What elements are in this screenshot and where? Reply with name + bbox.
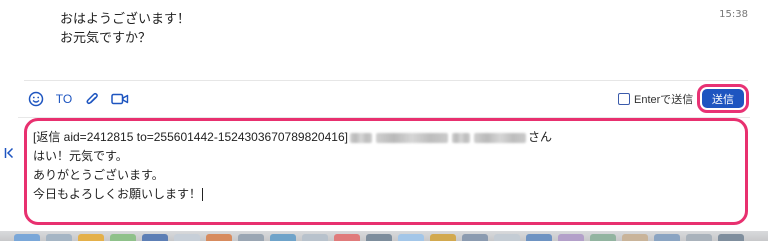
collapse-left-icon[interactable] bbox=[4, 146, 16, 160]
to-button[interactable]: TO bbox=[53, 90, 75, 108]
reply-tag: [返信 aid=2412815 to=255601442-15243036707… bbox=[33, 130, 348, 144]
dock-app-icon bbox=[398, 234, 424, 241]
dock-app-icon bbox=[558, 234, 584, 241]
dock-app-icon bbox=[590, 234, 616, 241]
compose-line-4-text: 今日もよろしくお願いします！ bbox=[33, 187, 202, 201]
redacted-name bbox=[349, 132, 372, 143]
dock-app-icon bbox=[142, 234, 168, 241]
video-icon[interactable] bbox=[110, 90, 130, 108]
dock-app-icon bbox=[78, 234, 104, 241]
chat-window: おはようございます！ お元気ですか？ 15:38 TO Enterで送信 送信 … bbox=[0, 0, 768, 241]
redacted-name bbox=[473, 132, 526, 143]
dock-app-icon bbox=[206, 234, 232, 241]
dock-app-icon bbox=[622, 234, 648, 241]
dock-app-icon bbox=[526, 234, 552, 241]
emoji-icon[interactable] bbox=[27, 90, 45, 108]
compose-line-3: ありがとうございます。 bbox=[33, 168, 164, 182]
message-text-line-2: お元気ですか？ bbox=[60, 31, 152, 46]
message-timestamp: 15:38 bbox=[719, 9, 748, 20]
dock-app-icon bbox=[430, 234, 456, 241]
compose-line-2: はい！元気です。 bbox=[33, 149, 128, 163]
dock-app-icon bbox=[718, 234, 744, 241]
compose-line-4: 今日もよろしくお願いします！ bbox=[33, 185, 745, 204]
enter-to-send-label: Enterで送信 bbox=[634, 94, 694, 106]
dock-strip bbox=[0, 231, 768, 241]
paperclip-icon[interactable] bbox=[84, 90, 100, 108]
dock-app-icon bbox=[270, 234, 296, 241]
enter-to-send-checkbox[interactable] bbox=[618, 93, 630, 105]
redacted-name bbox=[451, 132, 470, 143]
dock-app-icon bbox=[110, 234, 136, 241]
dock-app-icon bbox=[46, 234, 72, 241]
compose-line-1: [返信 aid=2412815 to=255601442-15243036707… bbox=[33, 128, 745, 147]
message-text-line-1: おはようございます！ bbox=[60, 12, 191, 27]
dock-app-icon bbox=[302, 234, 328, 241]
honorific: さん bbox=[527, 130, 552, 144]
dock-app-icon bbox=[174, 234, 200, 241]
dock-app-icon bbox=[238, 234, 264, 241]
dock-app-icon bbox=[654, 234, 680, 241]
dock-app-icon bbox=[334, 234, 360, 241]
dock-app-icon bbox=[494, 234, 520, 241]
text-cursor bbox=[202, 188, 204, 201]
message-item: おはようございます！ お元気ですか？ 15:38 bbox=[0, 0, 768, 80]
dock-app-icon bbox=[462, 234, 488, 241]
enter-to-send-option[interactable]: Enterで送信 bbox=[618, 91, 693, 107]
dock-app-icon bbox=[366, 234, 392, 241]
divider bbox=[24, 80, 748, 81]
dock-app-icon bbox=[686, 234, 712, 241]
message-input[interactable]: [返信 aid=2412815 to=255601442-15243036707… bbox=[24, 118, 748, 225]
dock-app-icon bbox=[14, 234, 40, 241]
send-button[interactable]: 送信 bbox=[702, 89, 744, 108]
redacted-name bbox=[375, 132, 448, 143]
